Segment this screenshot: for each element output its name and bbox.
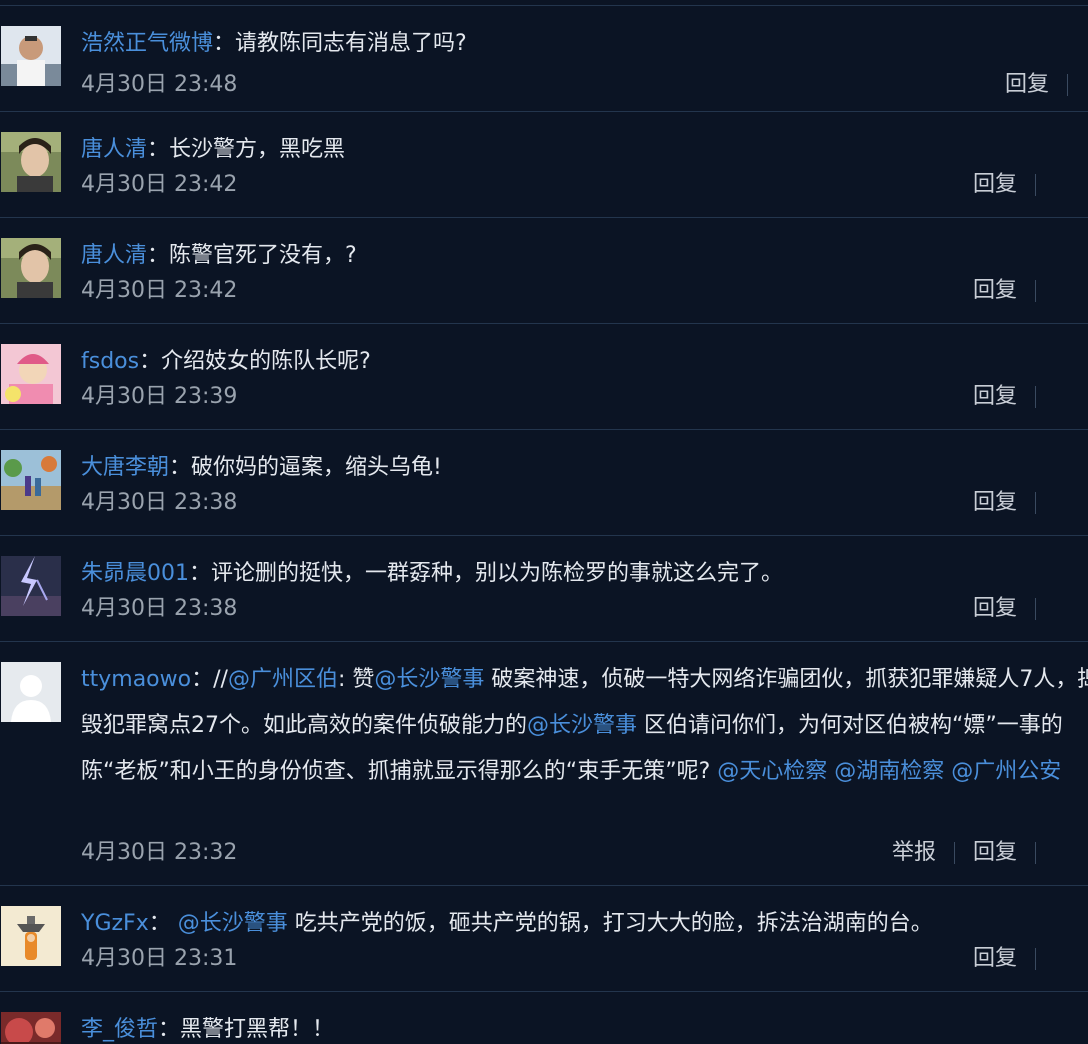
action-separator xyxy=(953,842,955,864)
comment-time: 4月30日 23:32 xyxy=(81,840,238,865)
comment-body: YGzFx： @长沙警事 吃共产党的饭，砸共产党的锅，打习大大的脸，拆法治湖南的… xyxy=(81,901,1088,947)
comment-actions: 回复 xyxy=(973,170,1054,200)
reply-button[interactable]: 回复 xyxy=(973,596,1017,621)
comment-body: 大唐李朝：破你妈的逼案，缩头乌龟! xyxy=(81,445,1088,491)
reply-button[interactable]: 回复 xyxy=(973,278,1017,303)
comment-item: YGzFx： @长沙警事 吃共产党的饭，砸共产党的锅，打习大大的脸，拆法治湖南的… xyxy=(0,886,1088,992)
comment-item: 唐人清：陈警官死了没有，? 4月30日 23:42 回复 xyxy=(0,218,1088,324)
comment-item: 李_俊哲：黑警打黑帮！！ xyxy=(0,992,1088,1044)
reply-button[interactable]: 回复 xyxy=(1005,72,1049,97)
avatar-photo-icon[interactable] xyxy=(1,1012,61,1044)
username-link[interactable]: 大唐李朝 xyxy=(81,455,169,480)
comment-text: 破你妈的逼案，缩头乌龟! xyxy=(191,455,442,480)
comment-time: 4月30日 23:38 xyxy=(81,490,238,515)
comment-time: 4月30日 23:42 xyxy=(81,172,238,197)
comment-actions: 回复 xyxy=(973,594,1054,624)
report-button[interactable]: 举报 xyxy=(892,840,936,865)
avatar-photo-icon[interactable] xyxy=(1,238,61,298)
comment-item: 浩然正气微博：请教陈同志有消息了吗? 4月30日 23:48 回复 xyxy=(0,6,1088,112)
comment-text: 吃共产党的饭，砸共产党的锅，打习大大的脸，拆法治湖南的台。 xyxy=(287,911,933,936)
comment-actions: 回复 xyxy=(973,488,1054,518)
mention-link[interactable]: @长沙警事 xyxy=(178,911,288,936)
username-colon: ： xyxy=(147,243,170,268)
comment-actions: 回复 xyxy=(973,944,1054,974)
mention-link[interactable]: @天心检察 xyxy=(717,759,827,784)
comment-text: 长沙警方，黑吃黑 xyxy=(169,137,346,162)
comment-text: 请教陈同志有消息了吗? xyxy=(235,31,467,56)
comment-text: 评论删的挺快，一群孬种，别以为陈检罗的事就这么完了。 xyxy=(211,561,784,586)
comment-text xyxy=(171,911,178,936)
mention-link[interactable]: @广州区伯 xyxy=(228,667,338,692)
username-colon: ： xyxy=(191,667,214,692)
action-separator xyxy=(1035,174,1036,196)
comment-list: 浩然正气微博：请教陈同志有消息了吗? 4月30日 23:48 回复 唐人清：长沙警方，… xyxy=(0,0,1088,1044)
mention-link[interactable]: @长沙警事 xyxy=(527,713,637,738)
avatar-photo-icon[interactable] xyxy=(1,556,61,616)
comment-actions: 回复 xyxy=(973,382,1054,412)
action-separator xyxy=(1035,280,1036,302)
mention-link[interactable]: @长沙警事 xyxy=(374,667,484,692)
avatar-photo-icon[interactable] xyxy=(1,132,61,192)
reply-button[interactable]: 回复 xyxy=(973,172,1017,197)
comment-time: 4月30日 23:38 xyxy=(81,596,238,621)
comment-time: 4月30日 23:31 xyxy=(81,946,238,971)
username-link[interactable]: 唐人清 xyxy=(81,137,147,162)
reply-button[interactable]: 回复 xyxy=(973,384,1017,409)
comment-body: 唐人清：长沙警方，黑吃黑 xyxy=(81,127,1088,173)
username-colon: ： xyxy=(213,31,236,56)
action-separator xyxy=(1067,74,1068,96)
comment-time: 4月30日 23:42 xyxy=(81,278,238,303)
comment-body: ttymaowo：//@广州区伯: 赞@长沙警事 破案神速，侦破一特大网络诈骗团… xyxy=(81,657,1088,795)
username-colon: ： xyxy=(158,1017,181,1042)
comment-body: 唐人清：陈警官死了没有，? xyxy=(81,233,1088,279)
avatar-photo-icon[interactable] xyxy=(1,450,61,510)
username-link[interactable]: 浩然正气微博 xyxy=(81,31,213,56)
comment-item: 唐人清：长沙警方，黑吃黑 4月30日 23:42 回复 xyxy=(0,112,1088,218)
avatar-photo-icon[interactable] xyxy=(1,344,61,404)
username-colon: ： xyxy=(189,561,212,586)
username-link[interactable]: 唐人清 xyxy=(81,243,147,268)
comment-time: 4月30日 23:48 xyxy=(81,72,238,97)
comment-body: fsdos：介绍妓女的陈队长呢? xyxy=(81,339,1088,385)
comment-text: 黑警打黑帮！！ xyxy=(180,1017,335,1042)
comment-item: 大唐李朝：破你妈的逼案，缩头乌龟! 4月30日 23:38 回复 xyxy=(0,430,1088,536)
mention-link[interactable]: @广州公安 xyxy=(951,759,1061,784)
comment-item: 朱昴晨001：评论删的挺快，一群孬种，别以为陈检罗的事就这么完了。 4月30日 2… xyxy=(0,536,1088,642)
action-separator xyxy=(1035,948,1036,970)
comment-text: // xyxy=(213,667,228,692)
username-colon: ： xyxy=(169,455,192,480)
username-link[interactable]: 朱昴晨001 xyxy=(81,561,189,586)
comment-body: 李_俊哲：黑警打黑帮！！ xyxy=(81,1007,1088,1044)
comment-body: 朱昴晨001：评论删的挺快，一群孬种，别以为陈检罗的事就这么完了。 xyxy=(81,551,1088,597)
comment-text: 陈警官死了没有，? xyxy=(169,243,357,268)
mention-link[interactable]: @湖南检察 xyxy=(834,759,944,784)
comment-actions: 举报 回复 xyxy=(892,838,1054,868)
username-colon: ： xyxy=(148,911,171,936)
comment-actions: 回复 xyxy=(1005,70,1086,100)
username-colon: ： xyxy=(139,349,162,374)
comment-text: : 赞 xyxy=(337,667,375,692)
username-link[interactable]: fsdos xyxy=(81,349,139,374)
reply-button[interactable]: 回复 xyxy=(973,490,1017,515)
action-separator xyxy=(1035,492,1036,514)
comment-item: ttymaowo：//@广州区伯: 赞@长沙警事 破案神速，侦破一特大网络诈骗团… xyxy=(0,642,1088,886)
username-link[interactable]: YGzFx xyxy=(81,911,149,936)
reply-button[interactable]: 回复 xyxy=(973,840,1017,865)
default-avatar-icon[interactable] xyxy=(1,662,61,722)
username-link[interactable]: ttymaowo xyxy=(81,667,191,692)
comment-body: 浩然正气微博：请教陈同志有消息了吗? xyxy=(81,21,1088,67)
action-separator xyxy=(1035,598,1036,620)
avatar-photo-icon[interactable] xyxy=(1,26,61,86)
comment-text: 介绍妓女的陈队长呢? xyxy=(161,349,371,374)
username-colon: ： xyxy=(147,137,170,162)
action-separator xyxy=(1035,386,1036,408)
action-separator xyxy=(1035,842,1036,864)
comment-item: fsdos：介绍妓女的陈队长呢? 4月30日 23:39 回复 xyxy=(0,324,1088,430)
username-link[interactable]: 李_俊哲 xyxy=(81,1017,158,1042)
avatar-photo-icon[interactable] xyxy=(1,906,61,966)
comment-time: 4月30日 23:39 xyxy=(81,384,238,409)
reply-button[interactable]: 回复 xyxy=(973,946,1017,971)
comment-actions: 回复 xyxy=(973,276,1054,306)
